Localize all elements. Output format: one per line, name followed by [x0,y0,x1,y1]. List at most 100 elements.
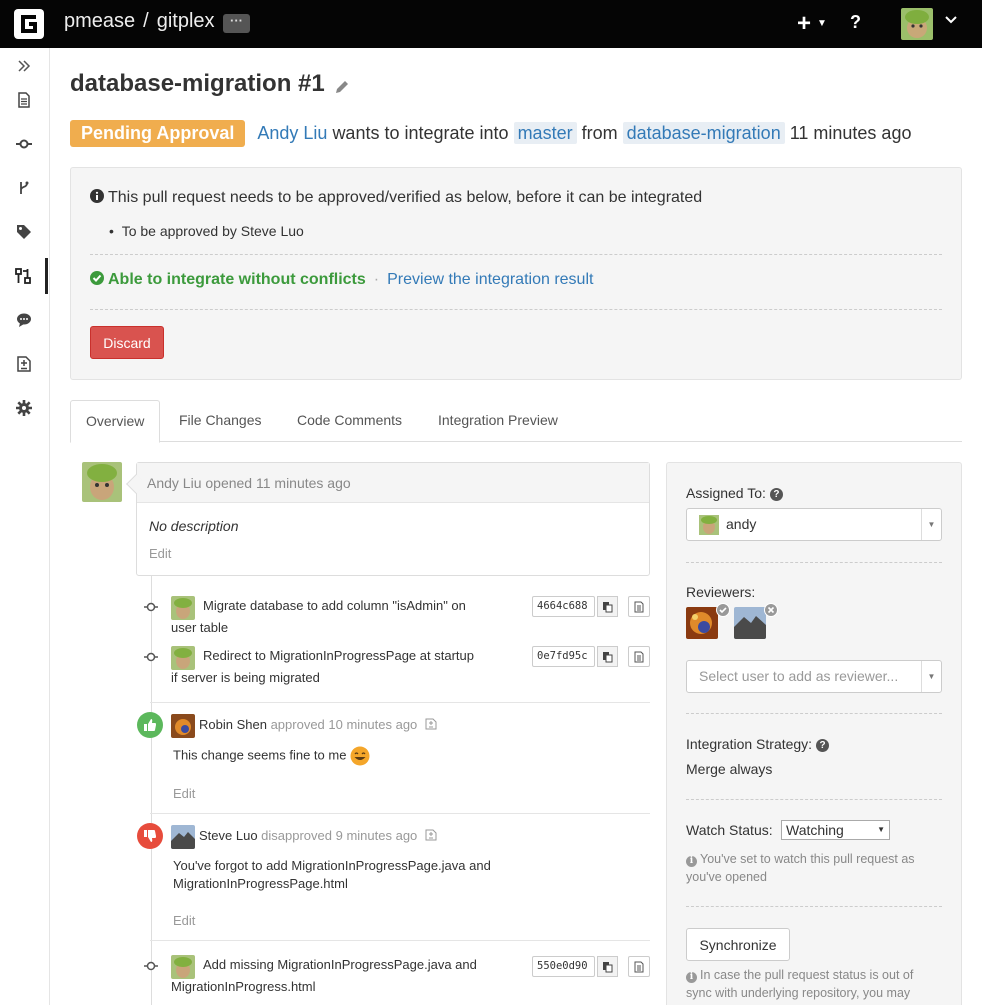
question-icon[interactable]: ? [769,487,783,501]
tab-overview[interactable]: Overview [70,400,161,443]
sync-info-line: In case the pull request status is out o… [700,968,914,982]
caret-down-icon: ▼ [921,509,941,540]
gitplex-logo-icon[interactable] [13,8,45,40]
commit-hash[interactable]: 0e7fd95c [532,646,595,667]
remove-reviewer-icon[interactable] [764,603,778,617]
browse-code-button[interactable] [628,956,650,977]
watch-label: Watch Status: [686,822,773,838]
strategy-label-row: Integration Strategy:? [686,736,830,752]
assignee-select[interactable]: andy ▼ [686,508,942,541]
discard-button[interactable]: Discard [90,326,164,359]
compare-icon[interactable] [425,829,437,841]
commit-message-line: if server is being migrated [171,670,320,685]
file-icon [18,92,30,108]
edit-link[interactable]: Edit [173,786,195,801]
account-link[interactable]: pmease [64,10,135,33]
pr-tabs: Overview File Changes Code Comments Inte… [70,400,962,443]
avatar [82,462,122,502]
comment-icon [17,313,31,327]
preview-integration-link[interactable]: Preview the integration result [387,271,593,288]
commit-message[interactable]: Redirect to MigrationInProgressPage at s… [171,645,526,689]
copy-hash-button[interactable] [597,596,618,617]
merge-separator: · [373,271,380,288]
sidebar-item-tags[interactable] [0,214,48,250]
pull-request-icon [14,268,31,284]
help-icon[interactable]: ? [850,12,861,33]
avatar [699,515,719,535]
question-icon[interactable]: ? [816,738,830,752]
commit-message[interactable]: Migrate database to add column "isAdmin"… [171,595,526,639]
strategy-value[interactable]: Merge always [686,761,772,777]
chevron-down-icon[interactable] [943,12,959,28]
sidebar-item-compare[interactable] [0,346,48,382]
watch-status-select[interactable]: Watching ▼ [781,820,890,840]
thumbs-up-glyph [144,719,156,731]
reviewer-select[interactable]: Select user to add as reviewer... ▼ [686,660,942,693]
create-plus-icon[interactable]: + [797,10,811,38]
sidebar-item-files[interactable] [0,82,48,118]
info-icon: i [686,972,697,983]
file-icon [634,651,644,662]
tab-file-changes[interactable]: File Changes [179,400,262,442]
panel-divider [686,562,942,563]
commit-message[interactable]: Add missing MigrationInProgressPage.java… [171,954,526,998]
watch-info-line: you've opened [686,870,767,884]
source-branch-link[interactable]: database-migration [622,122,785,144]
smile-emoji-icon [350,746,370,766]
avatar [171,714,195,738]
reviewer-name[interactable]: Robin Shen [199,717,267,732]
sidebar-item-comments[interactable] [0,302,48,338]
more-button[interactable]: ··· [223,14,250,33]
sidebar-item-settings[interactable] [0,390,48,426]
sidebar-item-pull-requests[interactable] [0,258,48,294]
panel-divider [686,713,942,714]
disapproval-line: Steve Luo disapproved 9 minutes ago [199,828,437,843]
reviewer-avatar-steve[interactable] [734,607,766,639]
repo-link[interactable]: gitplex [157,10,215,33]
assigned-label: Assigned To: [686,485,766,501]
user-avatar[interactable] [901,8,933,40]
compare-icon [17,356,31,372]
tag-icon [17,225,31,239]
browse-code-button[interactable] [628,646,650,667]
file-icon [634,601,644,612]
notice-divider [90,254,942,255]
reviewer-name[interactable]: Steve Luo [199,828,258,843]
sidebar-item-expand[interactable] [0,48,48,84]
commit-hash[interactable]: 4664c688 [532,596,595,617]
browse-code-button[interactable] [628,596,650,617]
panel-divider [686,906,942,907]
comment-header: Andy Liu opened 11 minutes ago [137,463,649,503]
pencil-icon[interactable] [333,78,351,96]
integration-notice: This pull request needs to be approved/v… [70,167,962,380]
copy-icon [602,651,612,662]
tab-integration-preview[interactable]: Integration Preview [438,400,558,442]
top-navbar: pmease / gitplex ··· + ▼ ? [0,0,982,48]
merge-status-row: Able to integrate without conflicts · Prev… [90,271,593,289]
commit-message-line: user table [171,620,229,635]
caret-down-icon[interactable]: ▼ [817,18,827,29]
compare-icon[interactable] [425,718,437,730]
copy-hash-button[interactable] [597,956,618,977]
commit-hash[interactable]: 550e0d90 [532,956,595,977]
synchronize-button[interactable]: Synchronize [686,928,790,961]
activity-divider [150,813,650,814]
sidebar-item-branches[interactable] [0,170,48,206]
commit-message-line: MigrationInProgress.html [171,979,316,994]
edit-link[interactable]: Edit [173,913,195,928]
thumbs-up-icon [137,712,163,738]
approval-comment-text: This change seems fine to me [173,747,347,763]
reviewer-avatar-robin[interactable] [686,607,718,639]
watch-info-line: You've set to watch this pull request as [700,852,915,866]
author-link[interactable]: Andy Liu [257,123,327,143]
watch-status-value: Watching [786,822,844,838]
target-branch-link[interactable]: master [513,122,577,144]
info-icon: i [686,856,697,867]
commit-icon [16,139,32,149]
sidebar-item-commits[interactable] [0,126,48,162]
tab-code-comments[interactable]: Code Comments [297,400,402,442]
approved-check-icon [716,603,730,617]
edit-link[interactable]: Edit [149,546,171,561]
copy-hash-button[interactable] [597,646,618,667]
assignee-value: andy [726,516,757,532]
